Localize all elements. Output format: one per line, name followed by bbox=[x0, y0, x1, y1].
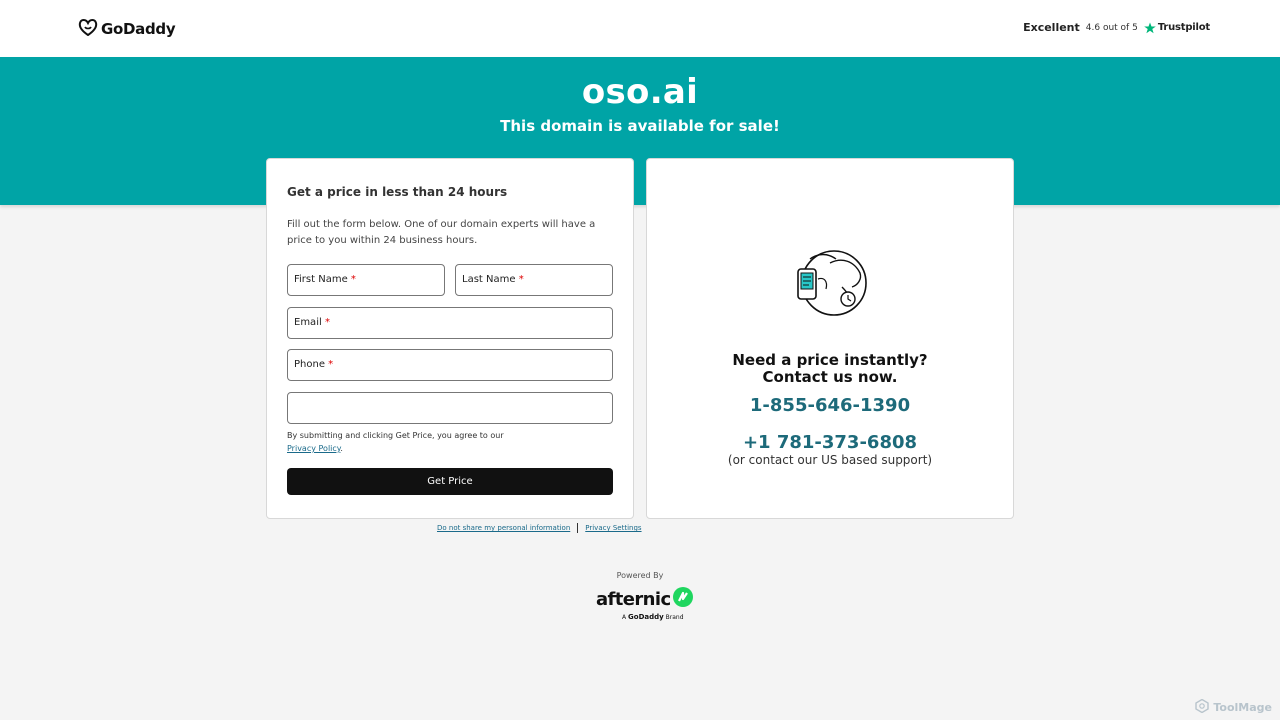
last-name-field[interactable]: Last Name * bbox=[455, 264, 613, 296]
godaddy-brand-tag: A GoDaddy Brand bbox=[622, 613, 684, 621]
agreement-text: By submitting and clicking Get Price, yo… bbox=[287, 431, 504, 453]
email-field[interactable]: Email * bbox=[287, 307, 613, 339]
support-note: (or contact our US based support) bbox=[727, 453, 933, 467]
godaddy-logo-text: GoDaddy bbox=[101, 20, 176, 38]
hero-subtitle: This domain is available for sale! bbox=[500, 117, 780, 135]
contact-card: Need a price instantly? Contact us now. … bbox=[646, 158, 1014, 519]
phone-field[interactable]: Phone * bbox=[287, 349, 613, 381]
watermark-icon bbox=[1195, 698, 1210, 716]
privacy-policy-link[interactable]: Privacy Policy bbox=[287, 444, 340, 453]
trustpilot-name: Trustpilot bbox=[1157, 22, 1210, 33]
phone-secondary-link[interactable]: +1 781-373-6808 bbox=[647, 432, 1013, 453]
godaddy-logo[interactable]: GoDaddy bbox=[78, 18, 176, 40]
rating-word: Excellent bbox=[1023, 21, 1080, 34]
required-marker: * bbox=[518, 274, 524, 285]
phone-label: Phone * bbox=[294, 359, 334, 370]
first-name-label: First Name * bbox=[294, 274, 356, 285]
rating-score: 4.6 out of 5 bbox=[1085, 22, 1138, 33]
email-label: Email * bbox=[294, 317, 330, 328]
form-title: Get a price in less than 24 hours bbox=[287, 185, 508, 199]
phone-primary-link[interactable]: 1-855-646-1390 bbox=[647, 395, 1013, 416]
godaddy-logo-icon bbox=[78, 18, 98, 40]
phone-support-illustration-icon bbox=[792, 249, 870, 319]
watermark-text: ToolMage bbox=[1213, 701, 1272, 714]
afternic-logo-text: afternic bbox=[596, 588, 671, 610]
required-marker: * bbox=[328, 359, 334, 370]
do-not-share-link[interactable]: Do not share my personal information bbox=[437, 524, 570, 532]
contact-heading: Need a price instantly? Contact us now. bbox=[732, 351, 928, 386]
trustpilot-star-icon bbox=[1144, 22, 1156, 33]
last-name-label: Last Name * bbox=[462, 274, 524, 285]
footer-divider bbox=[577, 523, 579, 533]
trustpilot-rating[interactable]: Excellent 4.6 out of 5 Trustpilot bbox=[1023, 21, 1210, 34]
required-marker: * bbox=[324, 317, 330, 328]
footer-links: Do not share my personal information Pri… bbox=[437, 523, 642, 533]
powered-by-label: Powered By bbox=[616, 571, 664, 580]
top-bar: GoDaddy Excellent 4.6 out of 5 Trustpilo… bbox=[0, 0, 1280, 57]
first-name-field[interactable]: First Name * bbox=[287, 264, 445, 296]
watermark: ToolMage bbox=[1195, 698, 1272, 716]
get-price-button[interactable]: Get Price bbox=[287, 468, 613, 495]
required-marker: * bbox=[350, 274, 356, 285]
afternic-mark-icon bbox=[672, 587, 693, 611]
price-form-card: Get a price in less than 24 hours Fill o… bbox=[266, 158, 634, 519]
trustpilot-logo: Trustpilot bbox=[1144, 22, 1210, 34]
offer-field[interactable] bbox=[287, 392, 613, 424]
privacy-settings-link[interactable]: Privacy Settings bbox=[585, 524, 641, 532]
form-description: Fill out the form below. One of our doma… bbox=[287, 219, 596, 246]
afternic-logo[interactable]: afternic bbox=[596, 587, 693, 611]
domain-name: oso.ai bbox=[581, 72, 699, 112]
